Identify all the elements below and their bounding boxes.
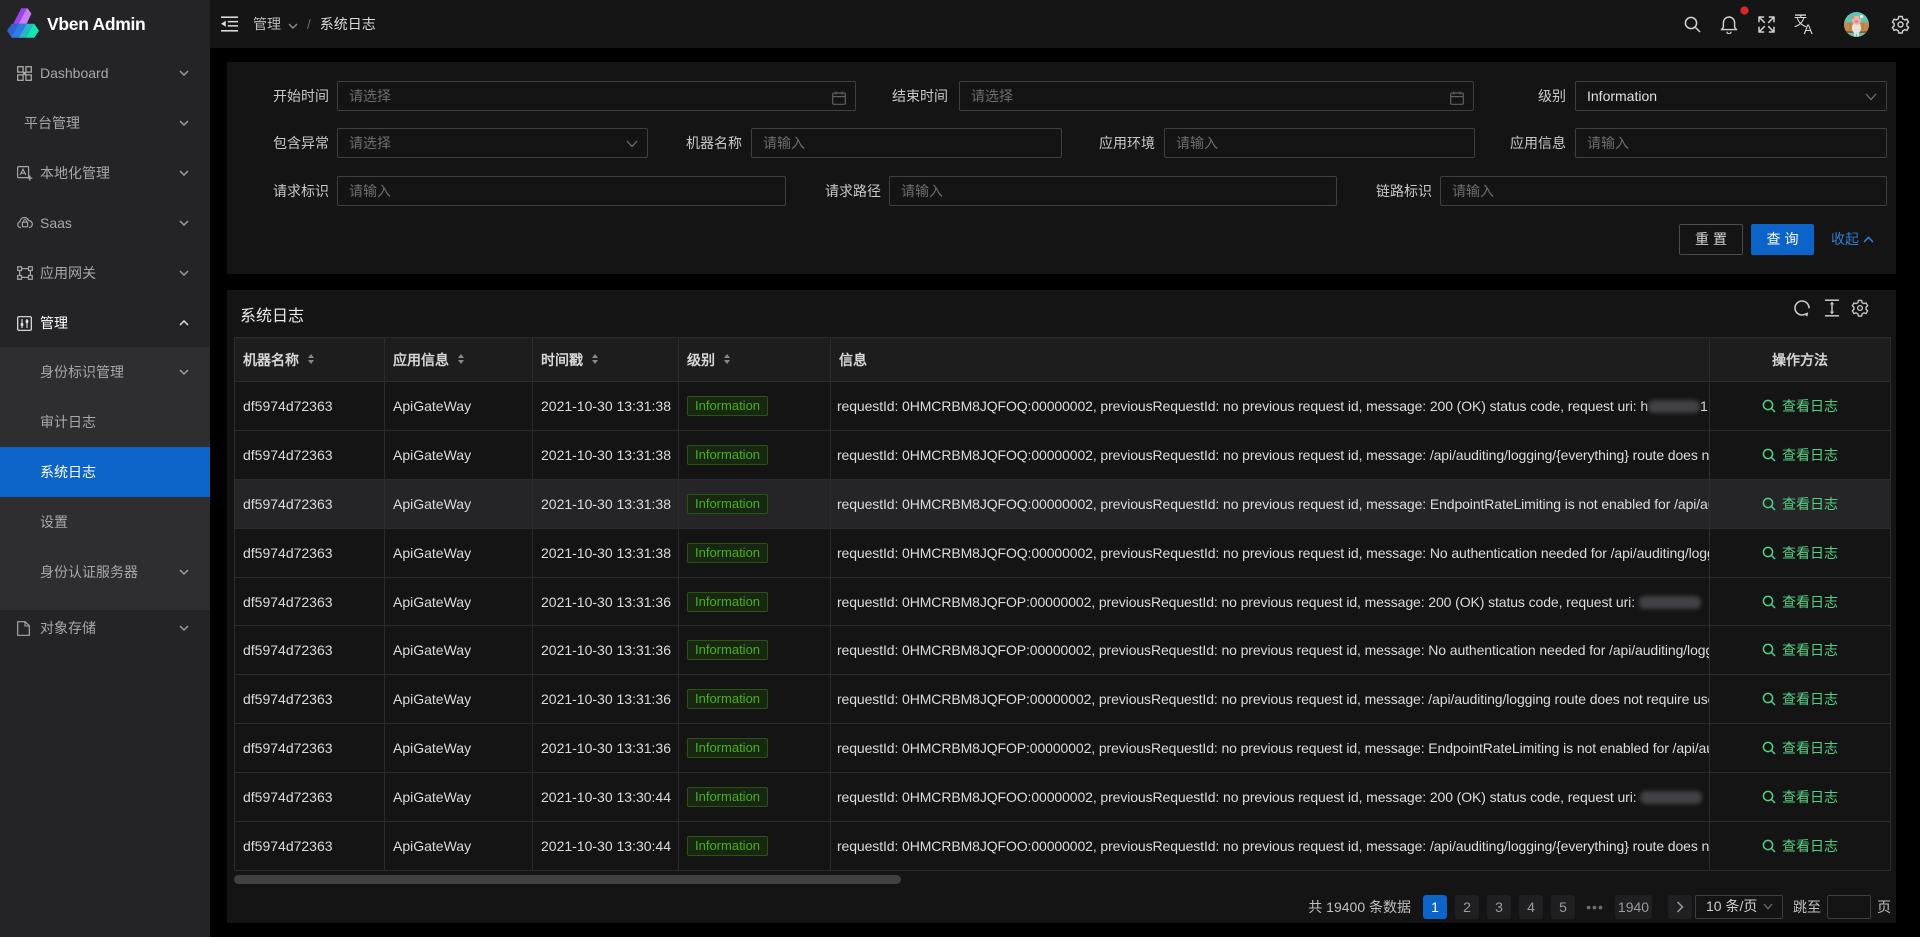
svg-text:A: A <box>1804 22 1813 35</box>
